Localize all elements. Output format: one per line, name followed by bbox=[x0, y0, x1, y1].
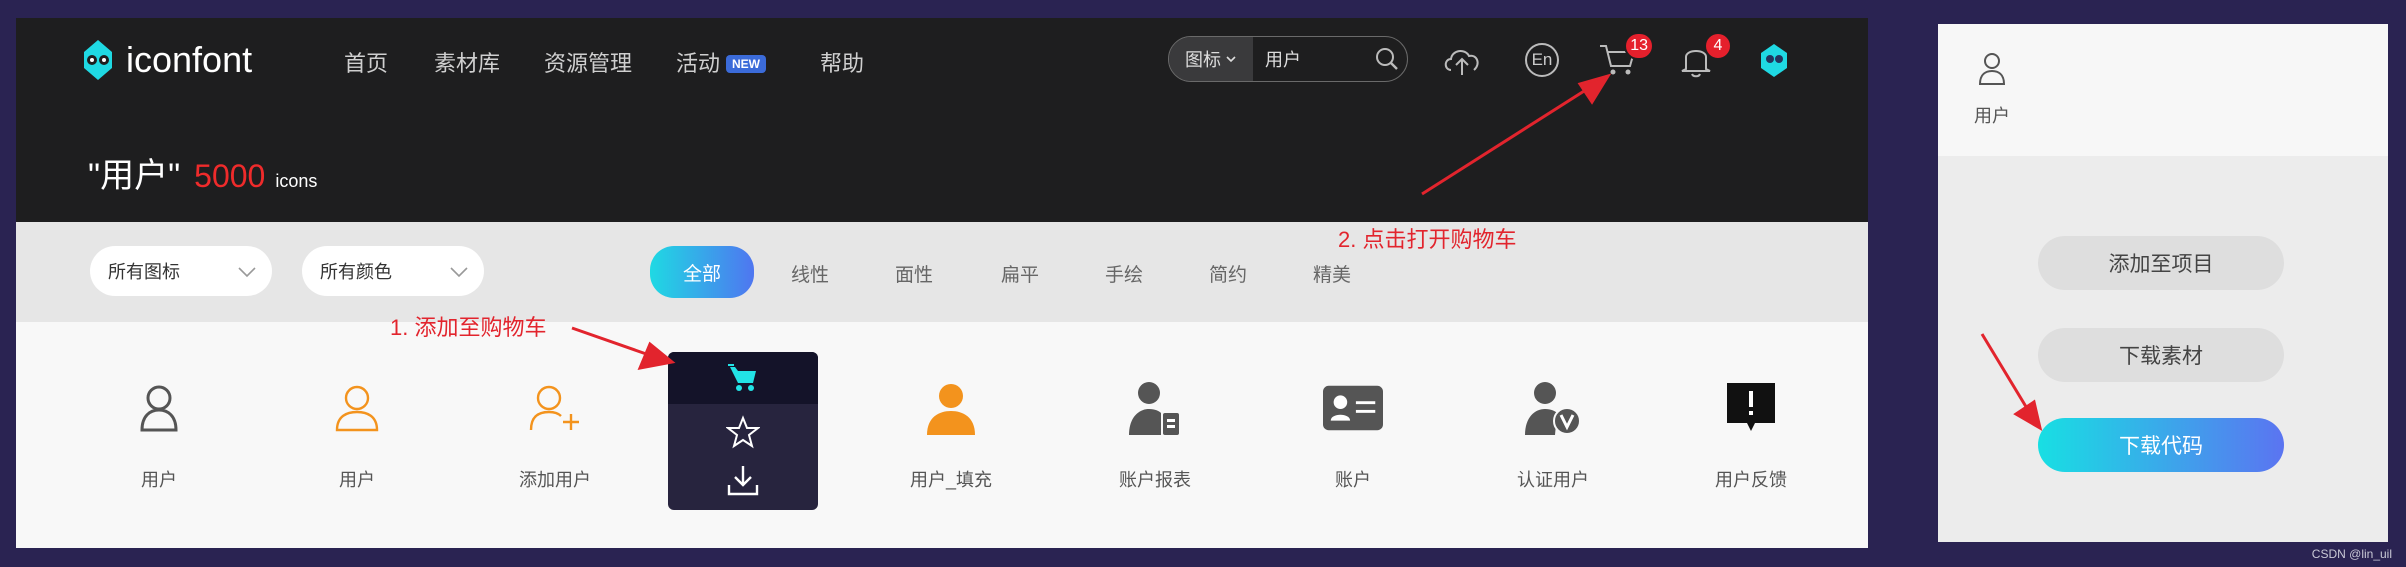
iconfont-page: iconfont 首页 素材库 资源管理 活动 NEW 帮助 图标 En bbox=[16, 18, 1868, 548]
add-user-icon bbox=[529, 385, 579, 431]
tab-fill[interactable]: 面性 bbox=[872, 250, 956, 296]
top-navigation-bar: iconfont 首页 素材库 资源管理 活动 NEW 帮助 图标 En bbox=[16, 18, 1868, 222]
icon-card[interactable]: 账户报表 bbox=[1080, 322, 1230, 548]
favorite-button[interactable] bbox=[668, 410, 818, 454]
nav-home[interactable]: 首页 bbox=[344, 46, 388, 78]
icon-hover-actions bbox=[668, 352, 818, 510]
search-type-label: 图标 bbox=[1185, 50, 1221, 70]
icon-label: 账户 bbox=[1335, 470, 1371, 490]
language-button[interactable]: En bbox=[1520, 38, 1564, 82]
chevron-down-icon bbox=[238, 267, 256, 278]
user-feedback-icon bbox=[1727, 383, 1775, 431]
icon-card[interactable]: 添加用户 bbox=[480, 322, 630, 548]
icon-label: 用户 bbox=[141, 470, 177, 490]
icon-color-dropdown[interactable]: 所有颜色 bbox=[302, 246, 484, 296]
iconfont-logo-icon bbox=[84, 40, 112, 80]
icon-label: 用户 bbox=[339, 470, 375, 490]
tab-all[interactable]: 全部 bbox=[650, 246, 754, 298]
language-label: En bbox=[1531, 50, 1553, 69]
watermark: CSDN @lin_uil bbox=[2311, 547, 2392, 561]
icon-card[interactable]: 用户 bbox=[84, 322, 234, 548]
icon-type-dropdown-label: 所有图标 bbox=[108, 262, 180, 282]
result-query: "用户" bbox=[88, 157, 181, 195]
cart-panel: 用户 添加至项目 下载素材 下载代码 bbox=[1938, 24, 2388, 542]
icon-label: 用户反馈 bbox=[1715, 470, 1787, 490]
download-icon bbox=[727, 466, 759, 496]
chevron-down-icon bbox=[450, 267, 468, 278]
icon-label: 账户报表 bbox=[1119, 470, 1191, 490]
search-icon bbox=[1376, 48, 1398, 70]
nav-help[interactable]: 帮助 bbox=[820, 46, 864, 78]
icon-grid: 用户 用户 添加用户 用户_填充 账户报表 账户 认证用户 用户反馈 bbox=[16, 322, 1868, 548]
filter-bar: 所有图标 所有颜色 全部 线性 面性 扁平 手绘 简约 精美 bbox=[16, 222, 1868, 322]
user-outline-icon bbox=[140, 385, 178, 432]
user-filled-orange-icon bbox=[927, 384, 975, 435]
cart-button[interactable]: 13 bbox=[1596, 32, 1654, 82]
download-assets-button[interactable]: 下载素材 bbox=[2038, 328, 2284, 382]
iconfont-logo[interactable]: iconfont bbox=[76, 38, 252, 82]
user-avatar[interactable] bbox=[1752, 38, 1796, 82]
icon-label: 认证用户 bbox=[1517, 470, 1589, 490]
icon-card[interactable]: 用户_填充 bbox=[876, 322, 1026, 548]
tab-line[interactable]: 线性 bbox=[768, 250, 852, 296]
search-box: 图标 bbox=[1168, 36, 1408, 82]
verified-user-icon bbox=[1525, 382, 1581, 435]
annotation-step1: 1. 添加至购物车 bbox=[390, 315, 547, 340]
search-button[interactable] bbox=[1367, 46, 1407, 72]
new-badge: NEW bbox=[726, 55, 767, 73]
tab-flat[interactable]: 扁平 bbox=[978, 250, 1062, 296]
download-code-button[interactable]: 下载代码 bbox=[2038, 418, 2284, 472]
cart-icon bbox=[728, 364, 756, 391]
avatar-icon bbox=[1761, 44, 1787, 77]
tab-simple[interactable]: 简约 bbox=[1186, 250, 1270, 296]
icon-label: 添加用户 bbox=[519, 470, 591, 490]
user-orange-outline-icon bbox=[335, 385, 379, 432]
add-to-project-button[interactable]: 添加至项目 bbox=[2038, 236, 2284, 290]
download-button[interactable] bbox=[668, 458, 818, 502]
result-unit: icons bbox=[275, 171, 318, 191]
logo-text: iconfont bbox=[126, 39, 253, 80]
search-result-title: "用户" 5000 icons bbox=[88, 148, 317, 197]
nav-library[interactable]: 素材库 bbox=[434, 46, 500, 78]
cloud-upload-icon bbox=[1444, 50, 1479, 75]
tab-exquisite[interactable]: 精美 bbox=[1290, 250, 1374, 296]
icon-card[interactable]: 用户反馈 bbox=[1676, 322, 1826, 548]
icon-type-dropdown[interactable]: 所有图标 bbox=[90, 246, 272, 296]
nav-resources[interactable]: 资源管理 bbox=[544, 46, 632, 78]
account-card-icon bbox=[1323, 385, 1383, 431]
user-outline-icon bbox=[1978, 53, 2006, 85]
notification-button[interactable]: 4 bbox=[1674, 32, 1732, 82]
icon-card[interactable]: 认证用户 bbox=[1478, 322, 1628, 548]
notification-count-badge: 4 bbox=[1704, 32, 1732, 60]
icon-card[interactable]: 用户 bbox=[282, 322, 432, 548]
add-to-cart-button[interactable] bbox=[668, 352, 818, 404]
upload-button[interactable] bbox=[1440, 38, 1484, 82]
cart-count-badge: 13 bbox=[1624, 32, 1654, 60]
cart-item: 用户 bbox=[1938, 24, 2388, 156]
search-input[interactable] bbox=[1253, 48, 1367, 70]
icon-color-dropdown-label: 所有颜色 bbox=[320, 262, 392, 282]
search-type-select[interactable]: 图标 bbox=[1169, 37, 1253, 81]
cart-item-label: 用户 bbox=[1974, 106, 2010, 126]
star-icon bbox=[726, 415, 760, 449]
tab-hand-drawn[interactable]: 手绘 bbox=[1082, 250, 1166, 296]
chevron-down-icon bbox=[1226, 56, 1236, 63]
nav-activity-label: 活动 bbox=[676, 51, 721, 76]
icon-card[interactable]: 账户 bbox=[1278, 322, 1428, 548]
nav-activity[interactable]: 活动 NEW bbox=[676, 46, 767, 78]
account-report-icon bbox=[1129, 382, 1179, 435]
icon-label: 用户_填充 bbox=[909, 470, 992, 490]
annotation-step2: 2. 点击打开购物车 bbox=[1338, 227, 1517, 252]
result-count: 5000 bbox=[194, 158, 266, 194]
